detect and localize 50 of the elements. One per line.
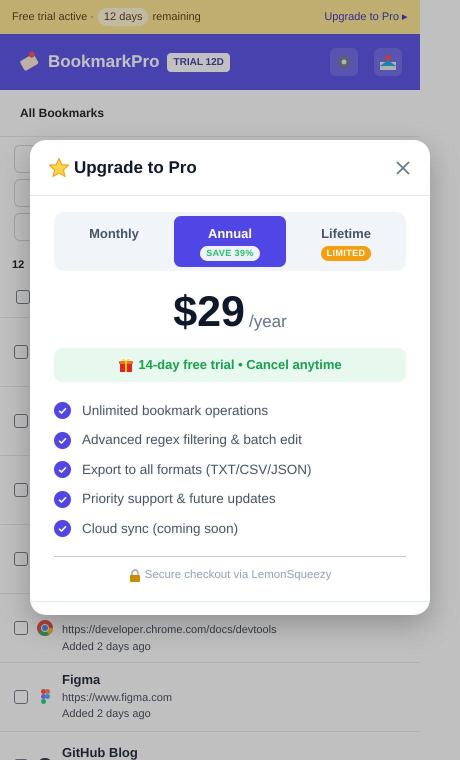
bookmark-checkbox[interactable] [14,414,28,428]
remaining-text: remaining [152,10,201,25]
bookmark-count: 12 [12,258,24,273]
trial-status-text: Free trial active · [12,10,94,25]
feature-text: Cloud sync (coming soon) [82,520,238,538]
feature-text: Unlimited bookmark operations [82,402,268,420]
lock-icon [128,569,141,582]
landscape-icon [379,53,397,71]
close-button[interactable] [394,158,412,176]
browser-logo-icon [36,618,54,636]
section-title: All Bookmarks [0,90,420,137]
bookmark-title[interactable]: Figma [62,670,172,690]
trial-badge: TRIAL 12D [167,52,230,72]
plan-discount-badge: LIMITED [320,246,372,261]
select-all-checkbox[interactable] [16,290,30,304]
check-icon [54,432,71,449]
feature-text: Advanced regex filtering & batch edit [82,431,302,450]
app-name: BookmarkPro [48,51,160,74]
close-icon [396,160,410,174]
bookmark-url[interactable]: https://www.figma.com [62,690,172,706]
feature-text: Priority support & future updates [82,490,276,508]
check-icon [54,402,71,420]
bookmark-url[interactable]: https://developer.chrome.com/docs/devtools [62,622,277,638]
price-amount: $29 [173,291,245,334]
secure-checkout-note: Secure checkout via LemonSqueezy [144,568,332,583]
plan-tab[interactable]: Monthly [58,216,170,267]
plan-tab[interactable]: Lifetime LIMITED [290,216,402,267]
added-date: Added 2 days ago [62,640,152,654]
plan-tab[interactable]: Annual SAVE 39% [174,216,286,267]
bookmark-title[interactable]: GitHub Blog [62,742,138,760]
check-icon [54,490,71,508]
dialog-title: Upgrade to Pro [74,156,197,179]
check-icon [54,520,71,538]
bookmark-checkbox[interactable] [14,482,28,496]
bookmark-logo-icon [18,51,40,73]
days-remaining-pill: 12 days [98,8,148,26]
check-icon [54,461,71,478]
bookmark-checkbox[interactable] [14,690,28,704]
settings-icon [336,54,352,70]
bookmark-checkbox[interactable] [14,552,28,566]
bookmark-checkbox[interactable] [14,344,28,358]
price-period: /year [248,310,287,332]
added-date: Added 2 days ago [62,707,152,722]
bookmark-checkbox[interactable] [14,620,28,634]
feature-text: Export to all formats (TXT/CSV/JSON) [82,460,312,479]
plan-discount-badge: SAVE 39% [200,246,260,261]
upgrade-link[interactable]: Upgrade to Pro ▸ [324,8,408,26]
trial-offer-text: 14-day free trial • Cancel anytime [138,356,342,374]
gift-icon [118,357,134,373]
star-icon [48,156,70,178]
